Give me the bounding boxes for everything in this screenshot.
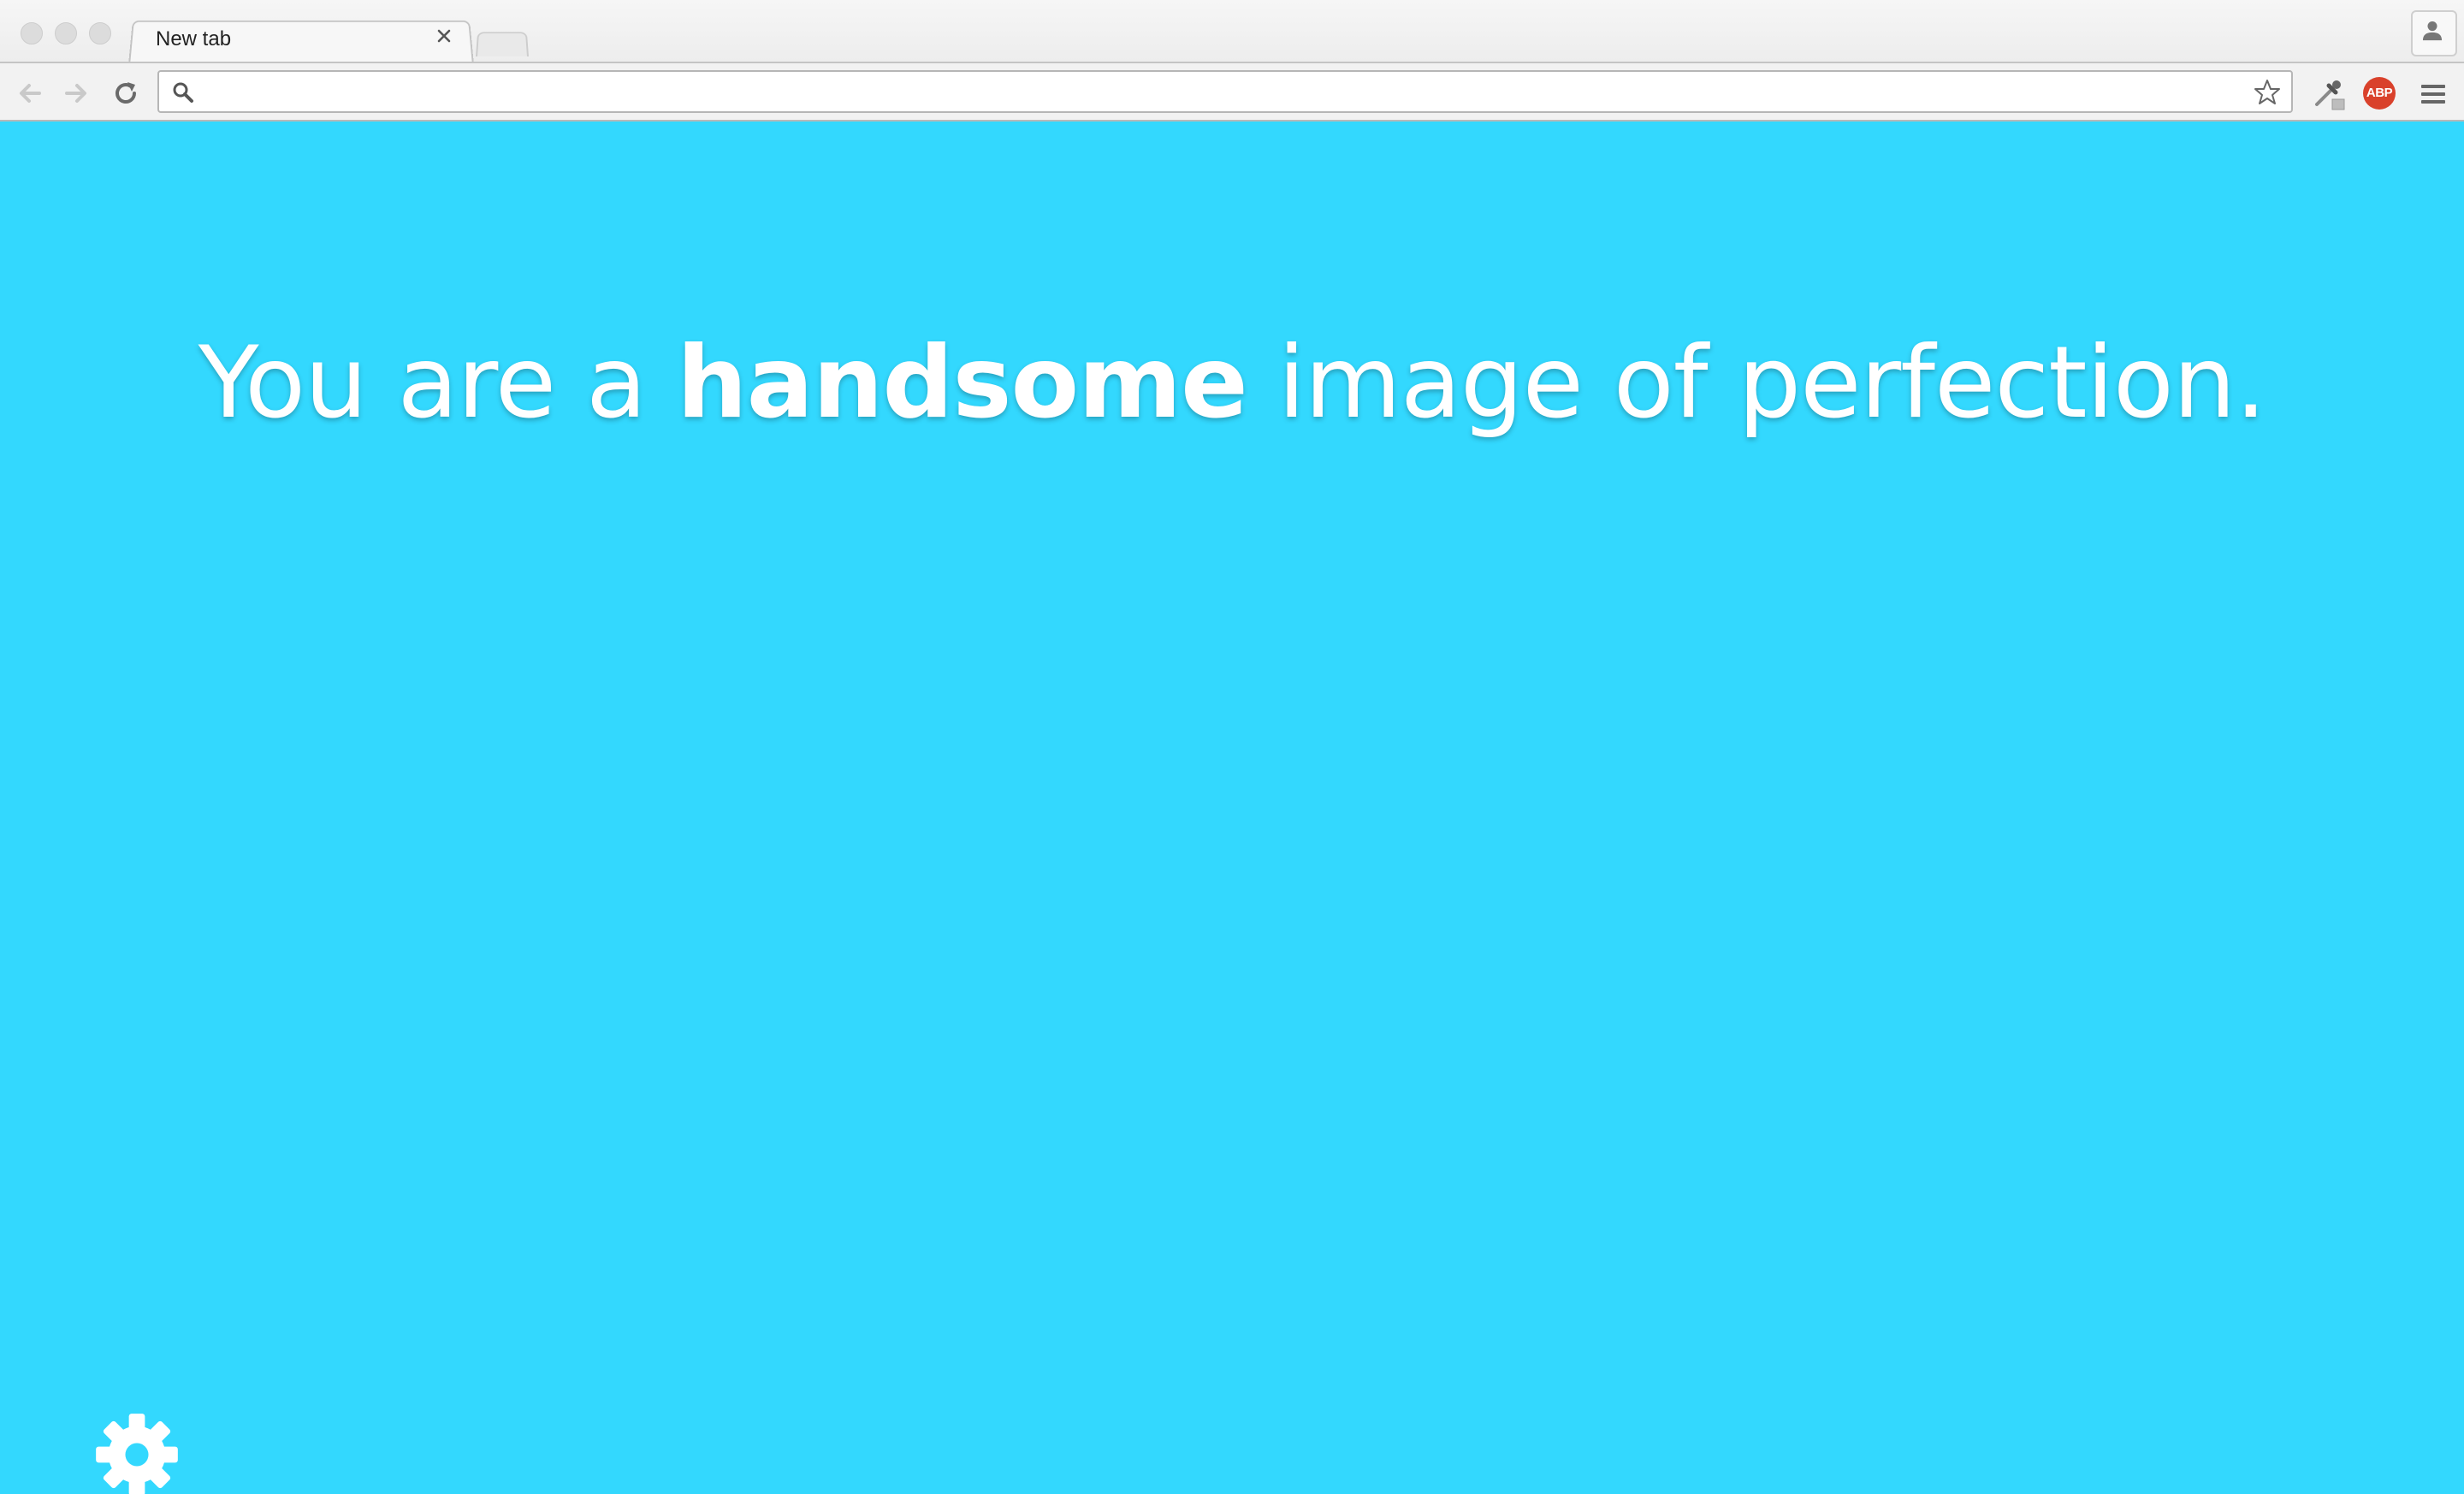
omnibox[interactable]	[157, 70, 2293, 113]
profile-button[interactable]	[2411, 10, 2457, 56]
hamburger-icon[interactable]	[2418, 80, 2449, 108]
new-tab-page: You are a handsome image of perfection.	[0, 122, 2464, 1494]
toolbar: ABP	[0, 62, 2464, 122]
minimize-window-button[interactable]	[55, 22, 77, 44]
tab-title: New tab	[156, 27, 232, 50]
gear-icon[interactable]	[92, 1410, 181, 1494]
arrow-left-icon[interactable]	[14, 77, 46, 110]
tab-strip: New tab	[0, 0, 2464, 66]
compliment-before: You are a	[198, 325, 647, 441]
star-icon[interactable]	[2252, 77, 2283, 108]
zoom-window-button[interactable]	[89, 22, 111, 44]
new-tab-button[interactable]	[476, 32, 529, 56]
compliment-after: image of perfection.	[1277, 325, 2267, 441]
close-icon[interactable]	[432, 24, 456, 48]
adblock-icon[interactable]: ABP	[2363, 77, 2396, 110]
arrow-right-icon[interactable]	[60, 77, 92, 110]
reload-icon[interactable]	[110, 77, 142, 110]
omnibox-input[interactable]	[207, 75, 2230, 110]
person-icon	[2422, 21, 2443, 41]
search-icon	[173, 82, 193, 103]
compliment-text: You are a handsome image of perfection.	[0, 325, 2464, 441]
browser-window: New tab ABP You are a handsome image of …	[0, 0, 2464, 1494]
compliment-emphasis: handsome	[676, 325, 1248, 441]
close-window-button[interactable]	[21, 22, 43, 44]
eyedropper-icon[interactable]	[2310, 75, 2346, 111]
